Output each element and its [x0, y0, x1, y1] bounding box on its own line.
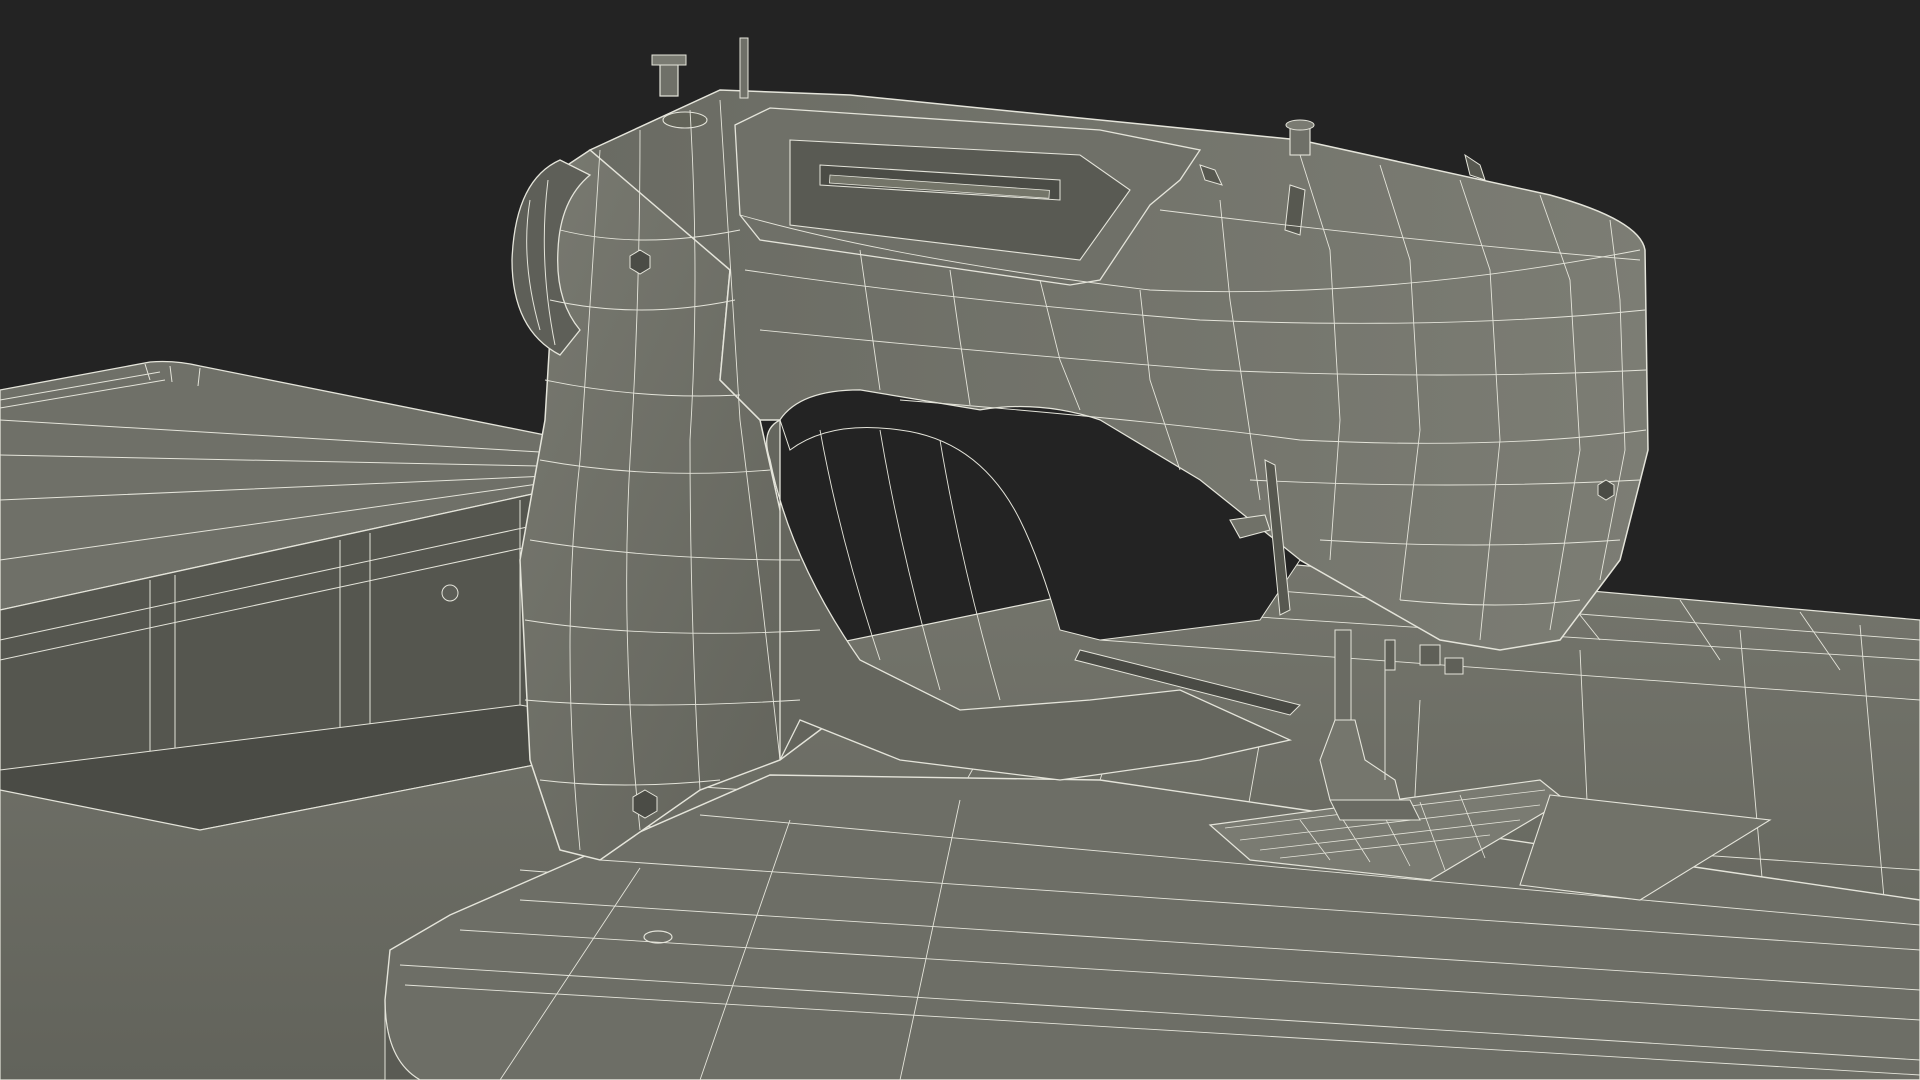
spool-pin: [739, 37, 749, 99]
render-viewport: [0, 0, 1920, 1080]
sewing-machine-render: [0, 0, 1920, 1080]
left-storage-box: [0, 360, 561, 831]
